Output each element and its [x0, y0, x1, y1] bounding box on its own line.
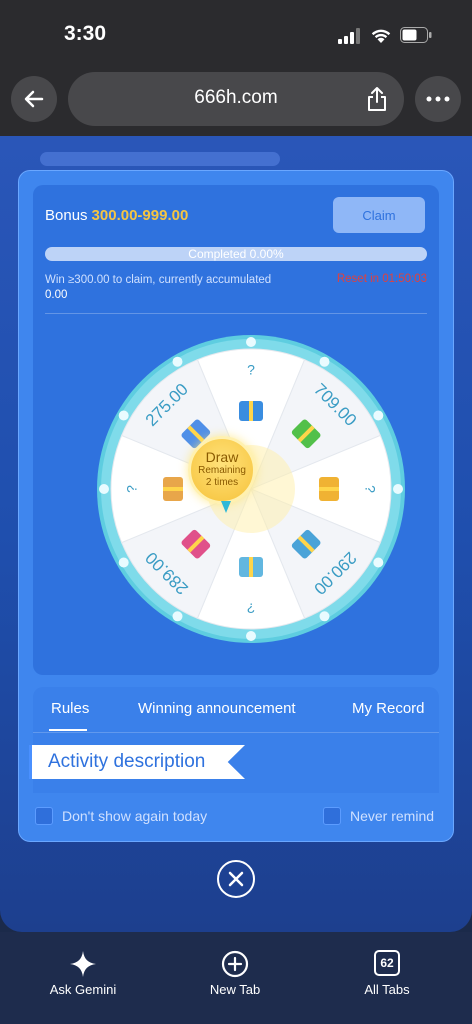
gift-ribbon: [249, 401, 253, 421]
back-button[interactable]: [11, 76, 57, 122]
wheel-light: [172, 611, 183, 622]
dont-show-today-label: Don't show again today: [62, 808, 208, 824]
wheel-light: [99, 484, 109, 494]
bonus-card: Bonus 300.00-999.00 Claim Completed 0.00%…: [33, 185, 439, 675]
new-tab-button[interactable]: New Tab: [185, 950, 285, 997]
more-options-button[interactable]: [415, 76, 461, 122]
divider: [45, 313, 427, 314]
close-icon: [228, 871, 244, 887]
reset-timer: Reset in 01:50:03: [336, 273, 427, 285]
activity-description-banner: Activity description: [29, 745, 245, 779]
dont-show-today-checkbox[interactable]: [35, 807, 53, 825]
tab-my-record[interactable]: My Record: [352, 700, 425, 717]
progress-text: Completed 0.00%: [188, 247, 284, 261]
draw-remaining-count: 2 times: [205, 477, 239, 488]
wheel-pointer: [221, 501, 231, 513]
address-bar[interactable]: 666h.com: [68, 72, 404, 126]
tab-count-badge: 62: [374, 950, 400, 976]
gift-ribbon: [163, 487, 183, 491]
tab-rules[interactable]: Rules: [51, 700, 89, 717]
claim-button[interactable]: Claim: [333, 197, 425, 233]
wheel-light: [118, 557, 129, 568]
all-tabs-button[interactable]: 62 All Tabs: [337, 950, 437, 997]
new-tab-label: New Tab: [209, 982, 261, 997]
close-modal-button[interactable]: [217, 860, 255, 898]
wheel-light: [319, 356, 330, 367]
wheel-prize-label: ?: [247, 600, 255, 616]
tab-winning-announcement[interactable]: Winning announcement: [138, 700, 296, 717]
wheel-prize-label: ?: [362, 485, 378, 493]
gift-ribbon: [249, 557, 253, 577]
ask-gemini-button[interactable]: Ask Gemini: [33, 950, 133, 997]
bonus-amount: 300.00-999.00: [91, 207, 189, 224]
never-remind-checkbox[interactable]: [323, 807, 341, 825]
wheel-prize-label: ?: [124, 485, 140, 493]
more-dots-icon: [426, 96, 450, 102]
wheel-light: [319, 611, 330, 622]
tab-bar: Rules Winning announcement My Record: [33, 687, 439, 733]
draw-remaining-label: Remaining: [198, 465, 246, 476]
all-tabs-label: All Tabs: [364, 982, 410, 997]
win-requirement-note: Win ≥300.00 to claim, currently accumula…: [45, 273, 295, 303]
ask-gemini-label: Ask Gemini: [49, 982, 117, 997]
bonus-label-text: Bonus: [45, 207, 88, 224]
status-time: 3:30: [64, 22, 107, 45]
gemini-sparkle-icon: [70, 951, 96, 977]
battery-icon: [400, 27, 432, 43]
lucky-wheel-modal: Bonus 300.00-999.00 Claim Completed 0.00%…: [18, 170, 454, 842]
wheel-light: [373, 410, 384, 421]
wheel-light: [393, 484, 403, 494]
never-remind-label: Never remind: [350, 808, 435, 824]
wifi-icon: [371, 29, 391, 43]
wheel-light: [373, 557, 384, 568]
wheel-light: [118, 410, 129, 421]
status-bar: 3:30: [0, 0, 472, 72]
win-note-prefix: Win ≥300.00 to claim, currently accumula…: [45, 274, 272, 286]
wheel-light: [246, 631, 256, 641]
url-text: 666h.com: [194, 87, 278, 108]
share-icon[interactable]: [366, 86, 388, 112]
active-tab-indicator: [49, 729, 87, 731]
prize-wheel[interactable]: ?709.00?290.00?289.00?275.00: [97, 335, 405, 643]
browser-toolbar: 666h.com: [0, 72, 472, 136]
draw-title: Draw: [205, 449, 239, 465]
draw-button[interactable]: Draw Remaining 2 times: [188, 436, 256, 513]
plus-circle-icon: [221, 950, 249, 978]
dont-show-today-option[interactable]: Don't show again today: [35, 807, 207, 825]
bonus-label: Bonus 300.00-999.00: [45, 207, 188, 224]
back-arrow-icon: [24, 90, 44, 108]
wheel-prize-label: ?: [247, 362, 255, 378]
wheel-light: [246, 337, 256, 347]
activity-description-title: Activity description: [48, 751, 206, 772]
wheel-light: [172, 356, 183, 367]
blurred-page-content: [40, 152, 280, 166]
never-remind-option[interactable]: Never remind: [323, 807, 434, 825]
progress-bar: Completed 0.00%: [45, 247, 427, 261]
cellular-signal-icon: [338, 28, 360, 44]
gift-ribbon: [319, 487, 339, 491]
accumulated-value: 0.00: [45, 289, 68, 301]
browser-bottom-bar: Ask Gemini New Tab 62 All Tabs: [0, 932, 472, 1024]
